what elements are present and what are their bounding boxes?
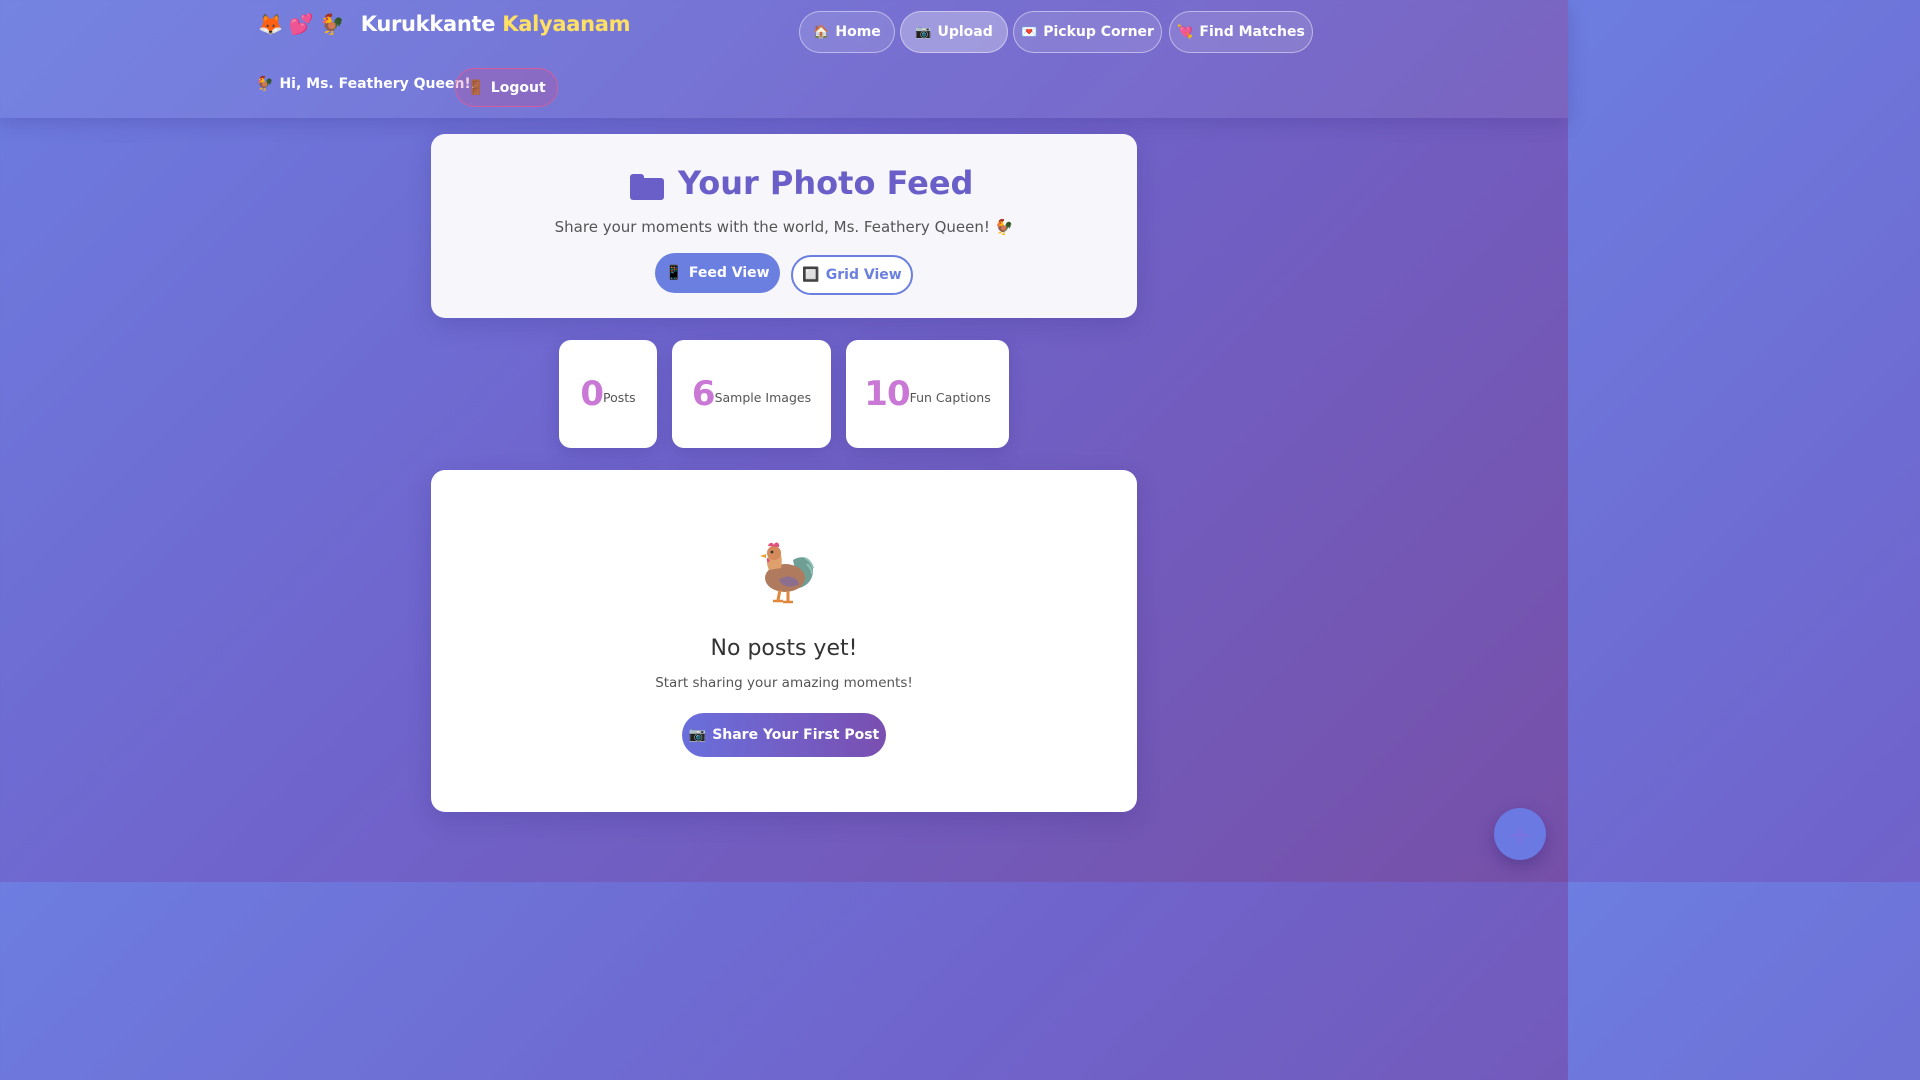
rooster-icon: 🐓 [319,12,345,36]
rooster-icon: 🐓 [256,76,274,92]
stat-sample-images: 6 Sample Images [672,340,831,448]
camera-icon: 📷 [688,727,707,743]
empty-state-subtitle: Start sharing your amazing moments! [655,675,913,691]
rooster-icon [760,542,814,604]
folder-icon [630,174,664,200]
nav-home-button[interactable]: 🏠 Home [799,11,895,53]
stat-label: Sample Images [714,389,812,405]
logout-button[interactable]: 🚪 Logout [455,68,558,107]
user-greeting: 🐓 Hi, Ms. Feathery Queen! [256,76,471,92]
nav-pickup-corner-button[interactable]: 💌 Pickup Corner [1013,11,1162,53]
feed-subtitle: Share your moments with the world, Ms. F… [554,218,1014,236]
camera-icon: 📷 [915,24,932,40]
top-navbar [0,0,1568,118]
stat-label: Posts [603,389,636,405]
grid-icon: 🔲 [802,267,820,283]
nav-find-matches-button[interactable]: 💘 Find Matches [1169,11,1313,53]
stat-label: Fun Captions [909,389,991,405]
brand[interactable]: 🦊 💕 🐓 Kurukkante Kalyaanam [258,12,631,36]
brand-title: Kurukkante Kalyaanam [360,12,631,36]
nav-upload-button[interactable]: 📷 Upload [900,11,1008,53]
door-icon: 🚪 [467,79,485,96]
empty-state-title: No posts yet! [710,636,858,661]
house-icon: 🏠 [813,24,830,40]
page-title: Your Photo Feed [630,164,973,202]
stat-value: 0 [580,374,604,414]
stat-fun-captions: 10 Fun Captions [846,340,1009,448]
add-post-fab-button[interactable]: + [1494,808,1546,860]
share-first-post-button[interactable]: 📷 Share Your First Post [682,713,886,757]
love-letter-icon: 💌 [1021,24,1038,40]
heart-arrow-icon: 💘 [1177,24,1194,40]
feed-view-button[interactable]: 📱 Feed View [655,253,780,293]
stat-value: 10 [864,374,910,414]
hearts-icon: 💕 [288,12,314,36]
fox-icon: 🦊 [258,12,283,36]
rooster-icon: 🐓 [994,218,1014,236]
stat-posts: 0 Posts [559,340,657,448]
grid-view-button[interactable]: 🔲 Grid View [791,255,913,295]
stat-value: 6 [691,374,716,414]
phone-icon: 📱 [665,265,683,281]
